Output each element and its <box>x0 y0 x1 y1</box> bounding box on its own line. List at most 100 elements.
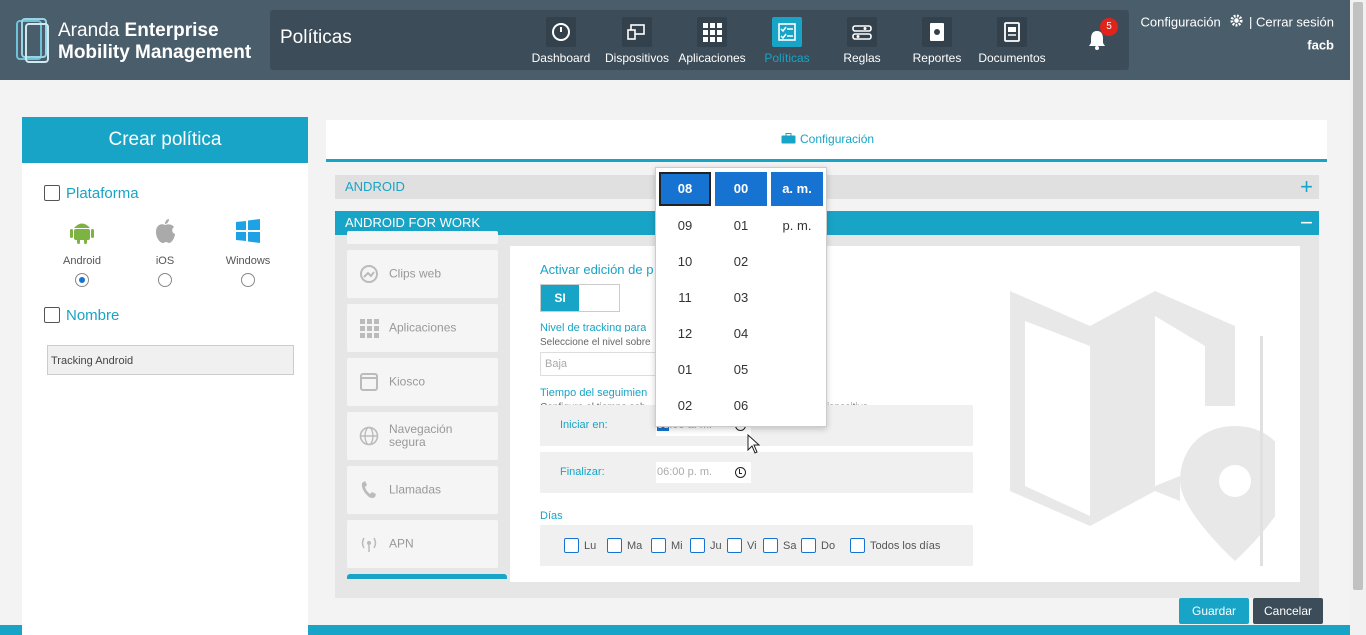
logout-link[interactable]: Cerrar sesión <box>1256 15 1334 30</box>
hour-option[interactable]: 01 <box>659 352 711 388</box>
day-checkbox-vi[interactable]: Vi <box>727 538 757 553</box>
minute-option[interactable]: 01 <box>715 208 767 244</box>
menu-item-partial[interactable] <box>347 231 498 244</box>
nav-reports[interactable]: Reportes <box>900 14 974 70</box>
accordion-android[interactable]: ANDROID + <box>335 175 1319 199</box>
minute-option[interactable]: 02 <box>715 244 767 280</box>
day-checkbox-do[interactable]: Do <box>801 538 835 553</box>
menu-item-calls[interactable]: Llamadas <box>347 466 498 514</box>
day-checkbox-ju[interactable]: Ju <box>690 538 722 553</box>
scrollbar-thumb[interactable] <box>1353 2 1363 590</box>
minute-option-selected[interactable]: 00 <box>715 172 767 206</box>
day-checkbox-sa[interactable]: Sa <box>763 538 796 553</box>
platform-windows[interactable]: Windows <box>218 217 278 287</box>
web-clips-icon <box>360 265 378 283</box>
minute-option[interactable]: 03 <box>715 280 767 316</box>
platform-ios[interactable]: iOS <box>135 217 195 287</box>
globe-icon <box>359 426 379 446</box>
config-link[interactable]: Configuración <box>1140 15 1220 30</box>
page-title: Políticas <box>280 27 352 48</box>
apps-grid-icon <box>360 319 379 338</box>
windows-icon <box>236 219 260 243</box>
ios-radio[interactable] <box>158 273 172 287</box>
policies-icon <box>772 17 802 47</box>
mouse-cursor-icon <box>747 434 761 454</box>
nav-dashboard[interactable]: Dashboard <box>524 14 598 70</box>
menu-item-kiosk[interactable]: Kiosco <box>347 358 498 406</box>
minute-option[interactable]: 05 <box>715 352 767 388</box>
android-icon <box>70 223 94 244</box>
period-option[interactable]: p. m. <box>771 208 823 244</box>
clock-icon[interactable] <box>735 467 746 478</box>
days-label: Días <box>540 510 563 522</box>
hour-option[interactable]: 02 <box>659 388 711 424</box>
days-row: Lu Ma Mi Ju Vi Sa Do Todos los días <box>540 525 973 566</box>
checklist-icon <box>44 307 60 323</box>
devices-icon <box>622 17 652 47</box>
policy-name-input[interactable]: Tracking Android <box>47 345 294 375</box>
all-days-checkbox[interactable]: Todos los días <box>850 538 940 553</box>
minute-column[interactable]: 00 01 02 03 04 05 06 <box>715 172 767 424</box>
platform-icon <box>44 185 60 201</box>
hour-option[interactable]: 12 <box>659 316 711 352</box>
map-location-icon <box>1010 291 1275 566</box>
end-time-row: Finalizar: 06:00 p. m. <box>540 452 973 493</box>
hour-option[interactable]: 10 <box>659 244 711 280</box>
hour-option-selected[interactable]: 08 <box>659 172 711 206</box>
platform-android[interactable]: Android <box>52 217 112 287</box>
nav-devices[interactable]: Dispositivos <box>600 14 674 70</box>
platform-section-title: Plataforma <box>44 185 139 202</box>
reports-icon <box>922 17 952 47</box>
username: facb <box>1307 37 1334 53</box>
activate-edit-title: Activar edición de p <box>540 262 654 277</box>
windows-radio[interactable] <box>241 273 255 287</box>
nav-policies[interactable]: Políticas <box>750 14 824 70</box>
cancel-button[interactable]: Cancelar <box>1253 598 1323 624</box>
menu-item-web-clips[interactable]: Clips web <box>347 250 498 298</box>
documents-icon <box>997 17 1027 47</box>
antenna-icon <box>361 537 377 552</box>
tracking-time-title: Tiempo del seguimien <box>540 387 648 399</box>
tab-configuration[interactable]: Configuración <box>781 132 874 146</box>
user-links: Configuración | Cerrar sesión facb <box>1140 11 1334 56</box>
nav-documents[interactable]: Documentos <box>975 14 1049 70</box>
expand-plus-icon[interactable]: + <box>1300 175 1313 199</box>
menu-item-applications[interactable]: Aplicaciones <box>347 304 498 352</box>
end-time-input[interactable]: 06:00 p. m. <box>656 462 751 483</box>
menu-item-secure-browsing[interactable]: Navegación segura <box>347 412 498 460</box>
apple-icon <box>156 219 175 243</box>
day-checkbox-mi[interactable]: Mi <box>651 538 683 553</box>
nav-rules[interactable]: Reglas <box>825 14 899 70</box>
briefcase-icon <box>781 133 796 144</box>
collapse-minus-icon[interactable]: − <box>1300 211 1313 235</box>
period-column[interactable]: a. m. p. m. <box>771 172 823 244</box>
nav-applications[interactable]: Aplicaciones <box>675 14 749 70</box>
tracking-level-help: Seleccione el nivel sobre <box>540 337 651 348</box>
hour-column[interactable]: 08 09 10 11 12 01 02 <box>659 172 711 424</box>
rules-icon <box>847 17 877 47</box>
menu-item-active-indicator[interactable] <box>347 574 507 579</box>
hour-option[interactable]: 09 <box>659 208 711 244</box>
minute-option[interactable]: 06 <box>715 388 767 424</box>
dashboard-icon <box>546 17 576 47</box>
name-section-title: Nombre <box>44 307 119 324</box>
save-button[interactable]: Guardar <box>1179 598 1249 624</box>
hour-option[interactable]: 11 <box>659 280 711 316</box>
day-checkbox-ma[interactable]: Ma <box>607 538 642 553</box>
day-checkbox-lu[interactable]: Lu <box>564 538 596 553</box>
android-radio[interactable] <box>75 273 89 287</box>
page-scrollbar[interactable] <box>1350 0 1366 635</box>
tracking-settings: Activar edición de p SI Nivel de trackin… <box>510 246 1300 582</box>
phone-icon <box>361 481 376 498</box>
kiosk-icon <box>360 373 378 391</box>
apps-grid-icon <box>697 17 727 47</box>
menu-item-apn[interactable]: APN <box>347 520 498 568</box>
android-work-body: Clips web Aplicaciones Kiosco Navegación… <box>335 231 1319 598</box>
time-picker-dropdown: 08 09 10 11 12 01 02 00 01 02 03 04 05 0… <box>655 167 827 427</box>
create-policy-panel: Crear política Plataforma Android iOS Wi… <box>22 117 308 635</box>
aranda-logo-icon <box>16 18 49 63</box>
activate-toggle[interactable]: SI <box>540 284 620 312</box>
gear-icon[interactable] <box>1230 12 1243 34</box>
period-option-selected[interactable]: a. m. <box>771 172 823 206</box>
minute-option[interactable]: 04 <box>715 316 767 352</box>
